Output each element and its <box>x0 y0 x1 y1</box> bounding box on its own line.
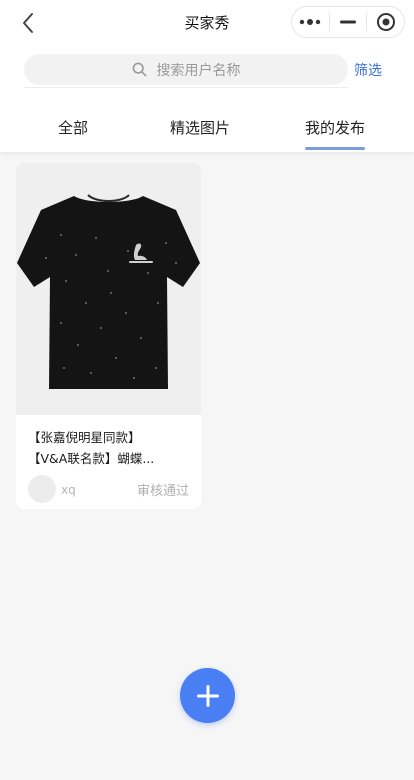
post-image <box>16 163 201 415</box>
review-status-label: 审核通过 <box>136 484 189 499</box>
username: xq <box>61 483 76 497</box>
post-title-line-1: 【张嘉倪明星同款】 <box>28 430 141 445</box>
post-footer: xq 审核通过 <box>28 475 189 503</box>
search-row: 搜索用户名称 筛选 <box>0 52 414 88</box>
avatar[interactable] <box>28 475 56 503</box>
more-button[interactable] <box>292 7 329 37</box>
active-tab-indicator <box>305 147 365 150</box>
tab-all[interactable]: 全部 <box>58 117 88 138</box>
post-title-line-2: 【V&A联名款】蝴蝶... <box>28 451 155 466</box>
search-divider <box>24 87 348 88</box>
search-placeholder: 搜索用户名称 <box>156 62 241 79</box>
minimize-icon <box>340 20 356 24</box>
post-card[interactable]: 【张嘉倪明星同款】 【V&A联名款】蝴蝶... xq 审核通过 <box>16 163 201 509</box>
search-icon <box>132 62 146 77</box>
tab-bar: 全部 精选图片 我的发布 <box>0 108 414 152</box>
search-input[interactable]: 搜索用户名称 <box>24 54 348 85</box>
black-tshirt-icon <box>17 194 200 389</box>
minimize-button[interactable] <box>330 7 367 37</box>
filter-button[interactable]: 筛选 <box>354 60 382 80</box>
navigation-bar: 买家秀 <box>0 0 414 46</box>
more-dots-icon <box>300 19 321 25</box>
post-title: 【张嘉倪明星同款】 【V&A联名款】蝴蝶... <box>16 415 201 469</box>
mini-program-capsule <box>291 6 405 38</box>
tab-featured-images[interactable]: 精选图片 <box>170 117 230 138</box>
top-bar: 买家秀 搜索用户名称 筛选 全部 精选图片 我的发布 <box>0 0 414 152</box>
add-post-button[interactable] <box>180 668 235 723</box>
tab-my-posts[interactable]: 我的发布 <box>305 117 365 138</box>
plus-icon <box>196 684 219 707</box>
target-close-icon <box>376 13 395 31</box>
close-button[interactable] <box>367 7 404 37</box>
